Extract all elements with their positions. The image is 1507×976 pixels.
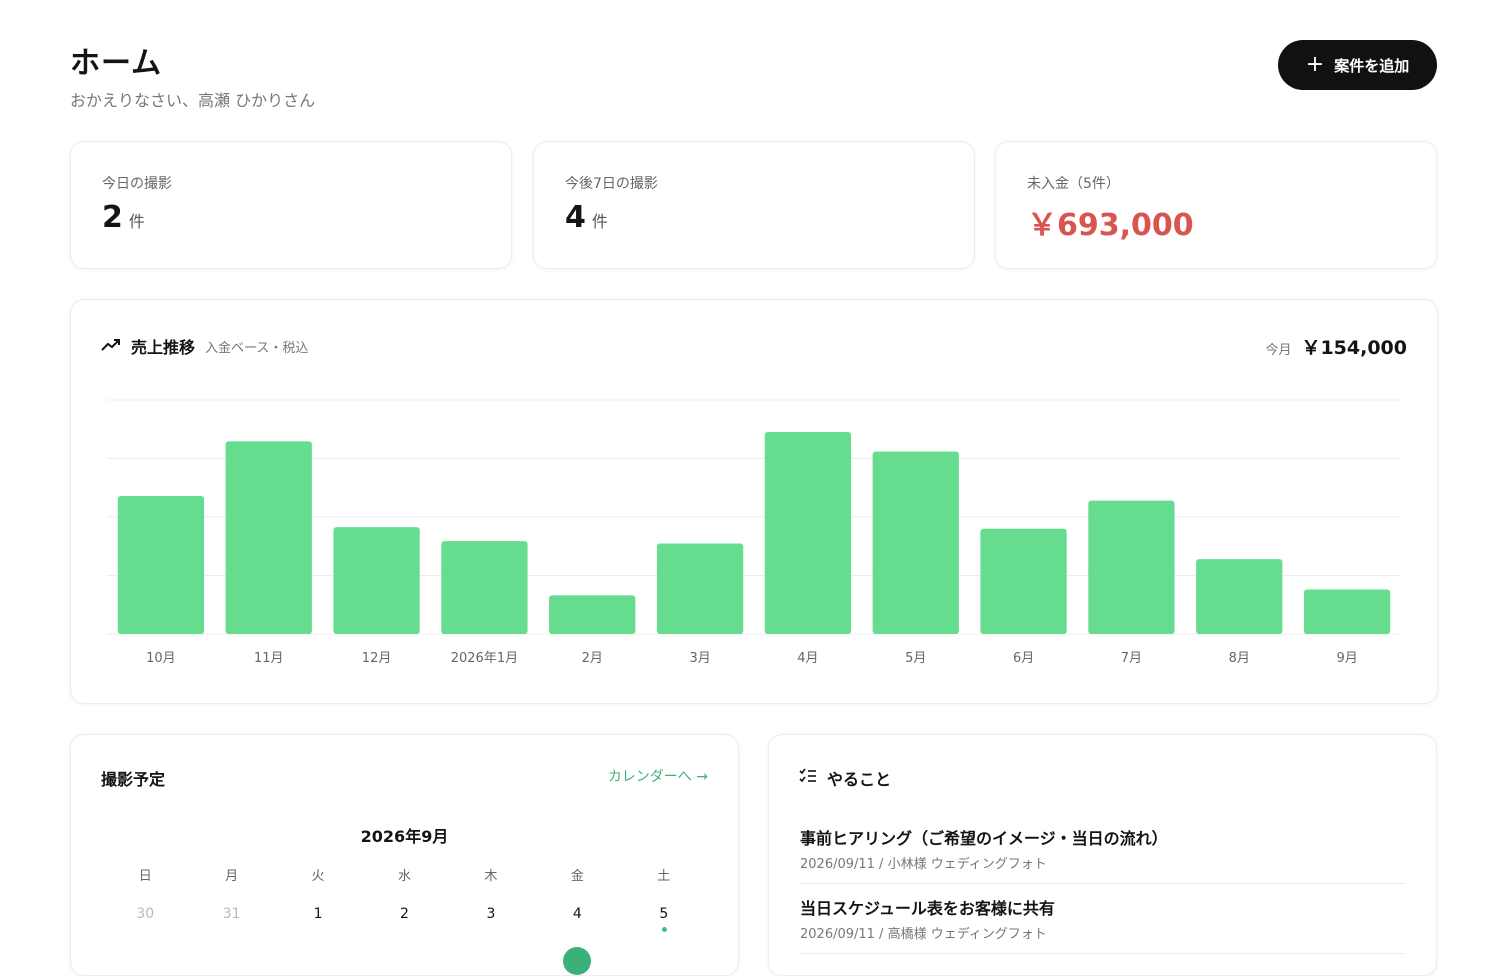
x-tick-label: 2月 — [582, 651, 603, 666]
current-month-label: 今月 — [1265, 343, 1292, 358]
weekday-label: 水 — [397, 869, 411, 884]
todo-header: やること — [799, 766, 891, 790]
x-tick-label: 10月 — [146, 651, 176, 666]
chart-header: 売上推移 入金ベース・税込 — [101, 334, 308, 358]
x-tick-label: 11月 — [254, 651, 284, 666]
stat-card-unpaid: 未入金（5件） ￥693,000 — [995, 141, 1437, 269]
add-case-label: 案件を追加 — [1334, 56, 1410, 75]
chart-bar[interactable] — [225, 441, 312, 634]
todo-title: やること — [827, 770, 892, 789]
calendar-day[interactable]: 31 — [188, 906, 274, 922]
weekday-label: 月 — [225, 869, 239, 884]
calendar-month: 2026年9月 — [360, 827, 449, 846]
stat-label: 未入金（5件） — [1027, 176, 1120, 192]
todo-item-meta: 2026/09/11 / 小林様 ウェディングフォト — [800, 857, 1047, 872]
todo-item-title: 事前ヒアリング（ご希望のイメージ・当日の流れ） — [800, 829, 1168, 848]
schedule-card: 撮影予定 カレンダーへ → 2026年9月 日 月 火 水 木 金 土 30 31 1 2 3 4 5 — [70, 734, 739, 976]
weekday-label: 土 — [657, 869, 671, 884]
chart-bar[interactable] — [656, 543, 744, 634]
calendar-day[interactable]: 1 — [275, 906, 361, 922]
weekday-label: 火 — [311, 869, 325, 884]
x-tick-label: 4月 — [797, 651, 818, 666]
chart-bar[interactable] — [1088, 500, 1175, 634]
plus-icon: + — [1305, 52, 1325, 77]
x-tick-label: 3月 — [689, 651, 710, 666]
chart-title: 売上推移 — [131, 338, 196, 357]
todo-item-title: 当日スケジュール表をお客様に共有 — [800, 899, 1055, 918]
todo-card: やること 事前ヒアリング（ご希望のイメージ・当日の流れ） 2026/09/11 /… — [768, 734, 1437, 976]
chart-subtitle: 入金ベース・税込 — [205, 340, 309, 356]
unpaid-amount: ￥693,000 — [1027, 208, 1194, 243]
calendar-day[interactable]: 4 — [534, 906, 620, 922]
sales-chart: 10月 11月 12月 2026年1月 2月 3月 4月 5月 6月 7月 8月 9月 — [107, 399, 1401, 666]
chart-bar[interactable] — [1303, 589, 1391, 634]
stat-label: 今日の撮影 — [102, 176, 172, 192]
schedule-title: 撮影予定 — [101, 770, 166, 789]
chart-bar[interactable] — [980, 528, 1067, 634]
weekday-label: 木 — [484, 869, 498, 884]
chart-bar[interactable] — [441, 541, 528, 634]
calendar-day[interactable]: 3 — [448, 906, 534, 922]
chart-bar[interactable] — [549, 595, 636, 634]
calendar-link[interactable]: カレンダーへ → — [608, 766, 708, 786]
checklist-icon — [799, 768, 817, 788]
todo-item[interactable]: 当日スケジュール表をお客様に共有 2026/09/11 / 高橋様 ウェディングフ… — [800, 895, 1405, 954]
x-tick-label: 8月 — [1229, 651, 1250, 666]
stat-card-week: 今後7日の撮影 4件 — [533, 141, 975, 269]
todo-item[interactable]: 事前ヒアリング（ご希望のイメージ・当日の流れ） 2026/09/11 / 小林様 … — [800, 825, 1405, 884]
today-marker[interactable] — [563, 947, 591, 975]
stat-label: 今後7日の撮影 — [565, 176, 658, 192]
stat-number: 2 — [102, 200, 123, 235]
x-tick-label: 6月 — [1013, 651, 1034, 666]
trending-up-icon — [101, 337, 121, 356]
calendar-day[interactable]: 2 — [361, 906, 447, 922]
current-month-sales: 今月 ￥154,000 — [1265, 333, 1407, 360]
x-tick-label: 9月 — [1336, 651, 1357, 666]
stat-value: 2件 — [102, 200, 145, 235]
add-case-button[interactable]: + 案件を追加 — [1278, 40, 1437, 90]
current-month-value: ￥154,000 — [1301, 337, 1407, 359]
x-tick-label: 7月 — [1121, 651, 1142, 666]
calendar-day[interactable]: 5 — [621, 906, 707, 932]
stat-unit: 件 — [591, 212, 608, 231]
todo-list: 事前ヒアリング（ご希望のイメージ・当日の流れ） 2026/09/11 / 小林様 … — [800, 825, 1405, 965]
stat-unit: 件 — [128, 212, 145, 231]
stat-number: 4 — [565, 200, 586, 235]
greeting: おかえりなさい、高瀬 ひかりさん — [70, 91, 316, 110]
x-tick-label: 12月 — [362, 651, 392, 666]
stat-card-today: 今日の撮影 2件 — [70, 141, 512, 269]
chart-bar[interactable] — [1196, 559, 1283, 634]
chart-bar[interactable] — [333, 527, 420, 634]
sales-chart-card: 10月 11月 12月 2026年1月 2月 3月 4月 5月 6月 7月 8月 9月 売上推移 入金… — [70, 299, 1438, 704]
stat-value: 4件 — [565, 200, 608, 235]
x-tick-label: 2026年1月 — [451, 651, 518, 666]
todo-item-meta: 2026/09/11 / 高橋様 ウェディングフォト — [800, 927, 1047, 942]
chart-bar[interactable] — [872, 451, 959, 634]
chart-bar[interactable] — [117, 495, 205, 634]
x-tick-label: 5月 — [905, 651, 926, 666]
weekday-label: 日 — [138, 869, 152, 884]
calendar-day[interactable]: 30 — [102, 906, 188, 922]
calendar-grid: 日 月 火 水 木 金 土 30 31 1 2 3 4 5 — [102, 865, 707, 932]
page-title: ホーム — [70, 46, 163, 81]
weekday-label: 金 — [570, 869, 584, 884]
chart-bar[interactable] — [764, 431, 852, 634]
